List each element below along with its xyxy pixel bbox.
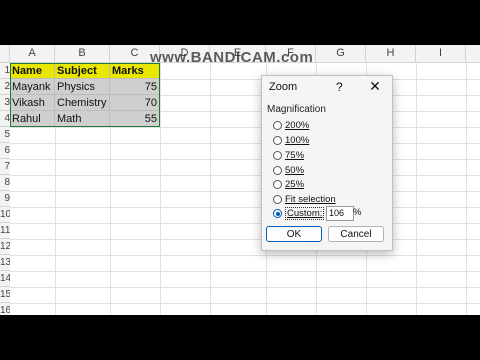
row-header[interactable]: 1 bbox=[0, 63, 10, 79]
zoom-option-100[interactable]: 100% bbox=[273, 134, 309, 147]
table-cell[interactable]: Rahul bbox=[10, 111, 55, 127]
custom-zoom-input[interactable]: 106 bbox=[326, 206, 354, 221]
table-cell[interactable]: Physics bbox=[55, 79, 110, 95]
row-header[interactable]: 11 bbox=[0, 223, 10, 239]
gridline bbox=[10, 207, 480, 208]
excel-worksheet: A B C D E F G H I 1 2 3 4 5 6 7 8 9 10 1… bbox=[0, 45, 480, 315]
table-cell[interactable]: 55 bbox=[110, 111, 160, 127]
magnification-label: Magnification bbox=[267, 104, 326, 115]
row-header[interactable]: 15 bbox=[0, 287, 10, 303]
radio-icon[interactable] bbox=[273, 195, 282, 204]
gridline bbox=[10, 223, 480, 224]
column-header-b[interactable]: B bbox=[55, 45, 110, 62]
percent-sign: % bbox=[353, 207, 362, 218]
gridline bbox=[10, 271, 480, 272]
gridline bbox=[10, 239, 480, 240]
gridline bbox=[10, 303, 480, 304]
zoom-dialog: Zoom ? ✕ Magnification 200% 100% 75% 50%… bbox=[261, 75, 393, 251]
ok-button[interactable]: OK bbox=[266, 226, 322, 242]
row-header[interactable]: 4 bbox=[0, 111, 10, 127]
zoom-option-200[interactable]: 200% bbox=[273, 119, 309, 132]
bandicam-watermark: www.BANDICAM.com bbox=[150, 49, 314, 66]
radio-icon[interactable] bbox=[273, 136, 282, 145]
gridline bbox=[416, 63, 417, 315]
gridline bbox=[10, 287, 480, 288]
option-label: 50% bbox=[285, 165, 305, 176]
row-header[interactable]: 7 bbox=[0, 159, 10, 175]
option-label: Fit selection bbox=[285, 194, 336, 205]
table-cell[interactable]: Vikash bbox=[10, 95, 55, 111]
row-header[interactable]: 6 bbox=[0, 143, 10, 159]
dialog-title: Zoom bbox=[269, 81, 298, 93]
row-header[interactable]: 16 bbox=[0, 303, 10, 315]
option-label: 100% bbox=[285, 135, 310, 146]
row-header[interactable]: 13 bbox=[0, 255, 10, 271]
zoom-option-50[interactable]: 50% bbox=[273, 164, 304, 177]
column-header-g[interactable]: G bbox=[316, 45, 366, 62]
radio-icon[interactable] bbox=[273, 180, 282, 189]
zoom-option-75[interactable]: 75% bbox=[273, 149, 304, 162]
gridline bbox=[10, 143, 480, 144]
zoom-option-custom[interactable]: Custom: bbox=[273, 207, 325, 220]
radio-selected-icon[interactable] bbox=[273, 209, 282, 218]
row-header[interactable]: 14 bbox=[0, 271, 10, 287]
row-header[interactable]: 5 bbox=[0, 127, 10, 143]
radio-icon[interactable] bbox=[273, 166, 282, 175]
gridline bbox=[10, 255, 480, 256]
option-label: 75% bbox=[285, 150, 305, 161]
table-cell[interactable]: Mayank bbox=[10, 79, 55, 95]
option-label: Custom: bbox=[285, 207, 325, 220]
gridline bbox=[10, 127, 480, 128]
table-cell[interactable]: 70 bbox=[110, 95, 160, 111]
radio-icon[interactable] bbox=[273, 121, 282, 130]
close-icon[interactable]: ✕ bbox=[368, 78, 382, 95]
table-cell[interactable]: Chemistry bbox=[55, 95, 110, 111]
table-cell[interactable]: Math bbox=[55, 111, 110, 127]
option-label: 200% bbox=[285, 120, 310, 131]
gridline bbox=[466, 63, 467, 315]
row-header[interactable]: 9 bbox=[0, 191, 10, 207]
header-cell-subject[interactable]: Subject bbox=[55, 63, 110, 79]
row-header[interactable]: 8 bbox=[0, 175, 10, 191]
column-header-h[interactable]: H bbox=[366, 45, 416, 62]
zoom-option-fit-selection[interactable]: Fit selection bbox=[273, 193, 336, 206]
row-header[interactable]: 2 bbox=[0, 79, 10, 95]
gridline bbox=[210, 63, 211, 315]
select-all-corner[interactable] bbox=[0, 45, 10, 62]
row-header[interactable]: 3 bbox=[0, 95, 10, 111]
gridline bbox=[10, 175, 480, 176]
row-header[interactable]: 12 bbox=[0, 239, 10, 255]
gridline bbox=[160, 63, 161, 315]
table-cell[interactable]: 75 bbox=[110, 79, 160, 95]
gridline bbox=[10, 159, 480, 160]
help-icon[interactable]: ? bbox=[336, 80, 343, 94]
radio-icon[interactable] bbox=[273, 151, 282, 160]
gridline bbox=[10, 191, 480, 192]
column-header-i[interactable]: I bbox=[416, 45, 466, 62]
cancel-button[interactable]: Cancel bbox=[328, 226, 384, 242]
row-header[interactable]: 10 bbox=[0, 207, 10, 223]
zoom-option-25[interactable]: 25% bbox=[273, 178, 304, 191]
column-header-a[interactable]: A bbox=[10, 45, 55, 62]
header-cell-name[interactable]: Name bbox=[10, 63, 55, 79]
option-label: 25% bbox=[285, 179, 305, 190]
